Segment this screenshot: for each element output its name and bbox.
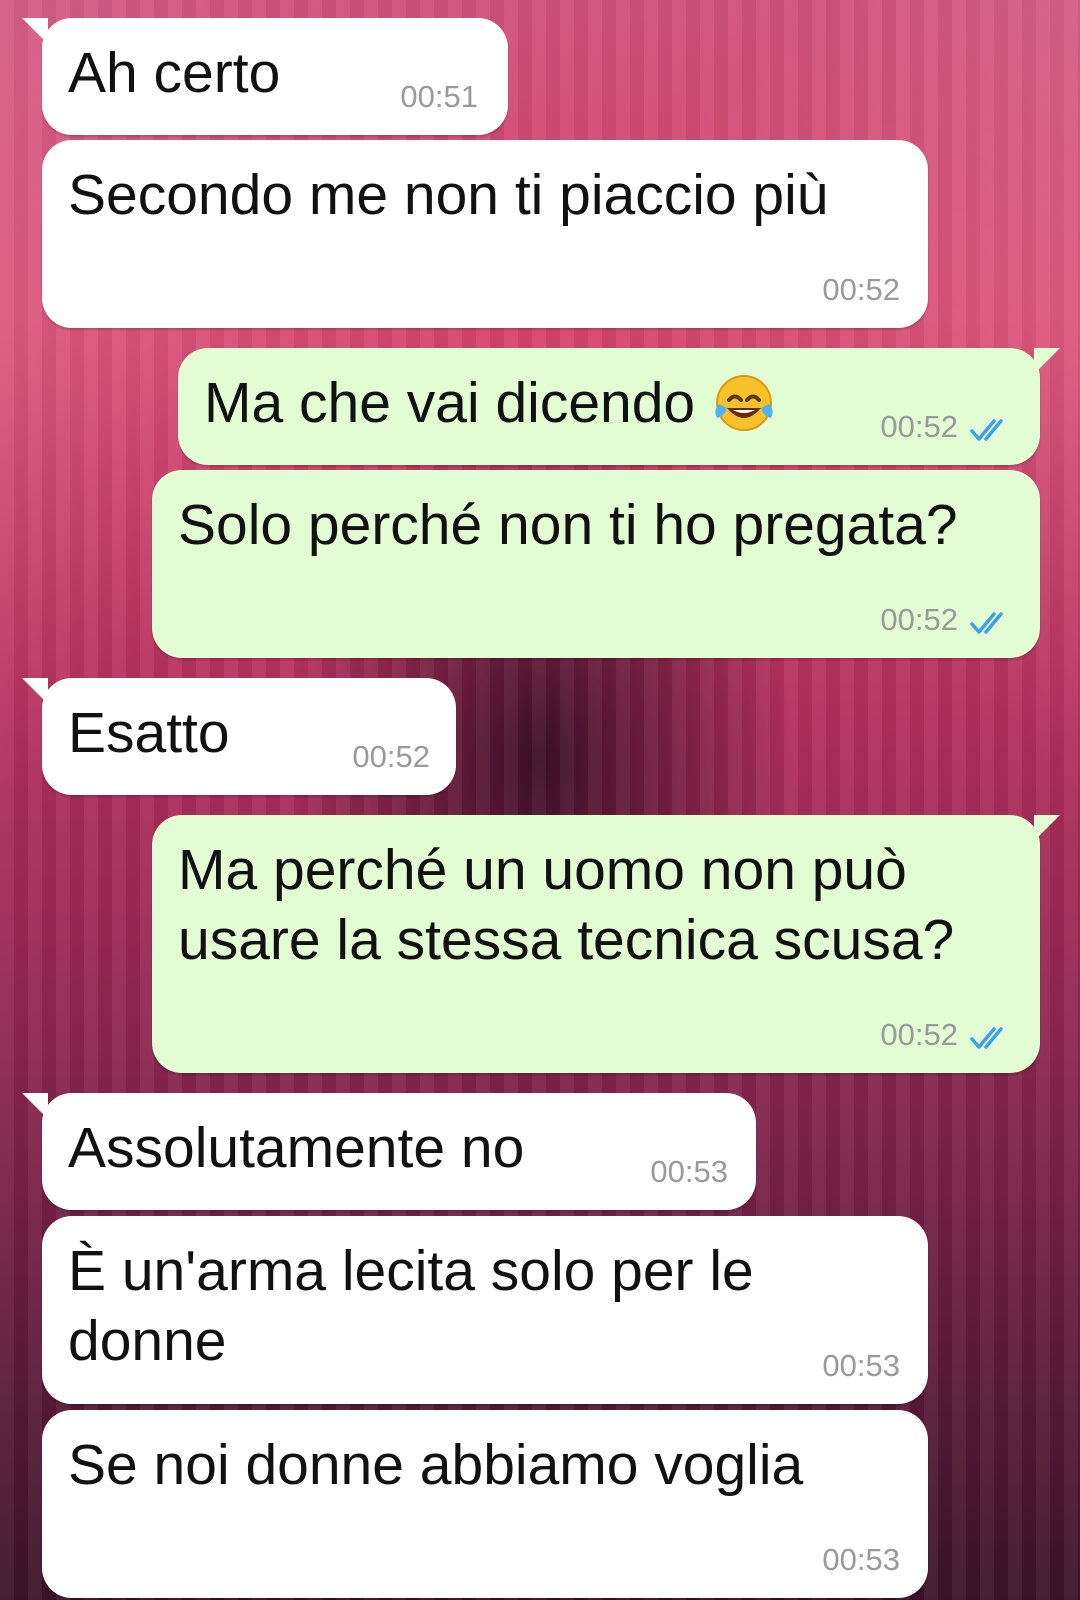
message-text: Ma che vai dicendo [204, 371, 696, 435]
message-timestamp: 00:53 [650, 1154, 728, 1189]
message-timestamp: 00:51 [400, 79, 478, 114]
message-timestamp: 00:52 [880, 409, 958, 444]
message-bubble-incoming[interactable]: È un'arma lecita solo per le donne 00:53 [42, 1216, 928, 1404]
message-timestamp: 00:52 [880, 602, 958, 637]
message-timestamp: 00:52 [880, 1017, 958, 1052]
read-receipt-icon [970, 419, 1003, 441]
message-timestamp: 00:52 [822, 272, 900, 307]
message-timestamp: 00:53 [822, 1542, 900, 1577]
face-with-tears-of-joy-icon [715, 375, 773, 431]
message-bubble-incoming[interactable]: Ah certo 00:51 [22, 18, 508, 135]
message-bubble-incoming[interactable]: Se noi donne abbiamo voglia 00:53 [42, 1410, 928, 1598]
message-text: È un'arma lecita solo per le donne [68, 1239, 754, 1373]
message-list[interactable]: Ah certo 00:51 Secondo me non ti piaccio… [0, 0, 1080, 1600]
message-timestamp: 00:53 [822, 1348, 900, 1383]
message-text: Solo perché non ti ho pregata? [178, 493, 958, 557]
message-bubble-incoming[interactable]: Esatto 00:52 [22, 678, 456, 795]
message-bubble-incoming[interactable]: Assolutamente no 00:53 [22, 1093, 756, 1210]
message-text: Ma perché un uomo non può usare la stess… [178, 838, 955, 972]
read-receipt-icon [970, 612, 1003, 634]
message-bubble-incoming[interactable]: Secondo me non ti piaccio più 00:52 [42, 140, 928, 328]
message-text: Secondo me non ti piaccio più [68, 163, 829, 227]
message-text: Assolutamente no [68, 1116, 525, 1180]
message-timestamp: 00:52 [352, 739, 430, 774]
read-receipt-icon [970, 1027, 1003, 1049]
message-bubble-outgoing[interactable]: Ma perché un uomo non può usare la stess… [152, 815, 1060, 1073]
message-text: Se noi donne abbiamo voglia [68, 1433, 804, 1497]
message-bubble-outgoing[interactable]: Solo perché non ti ho pregata? 00:52 [152, 470, 1040, 658]
message-bubble-outgoing[interactable]: Ma che vai dicendo 00:52 [178, 348, 1060, 465]
